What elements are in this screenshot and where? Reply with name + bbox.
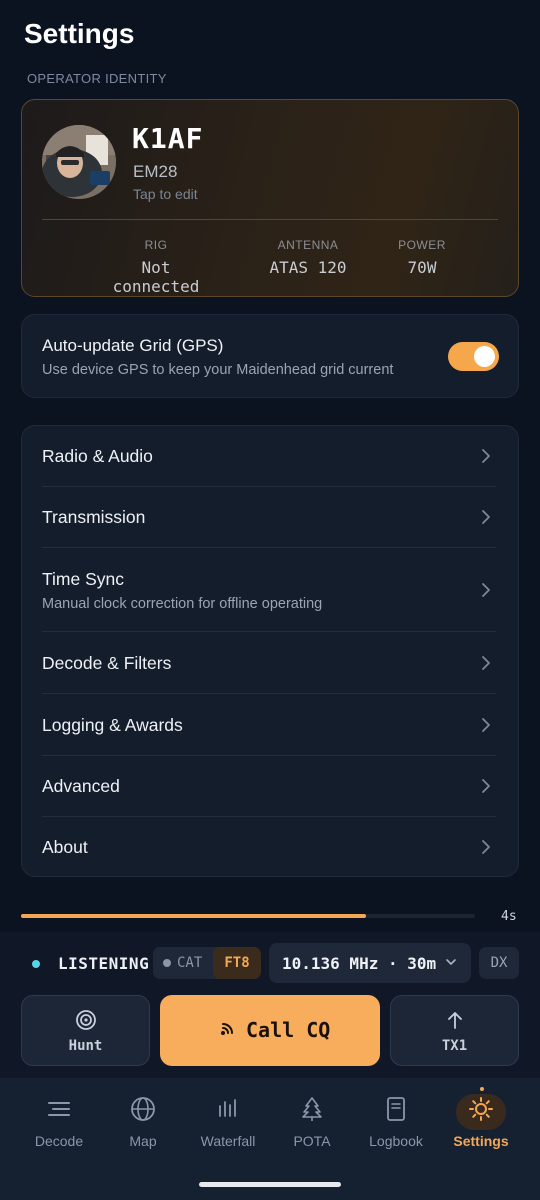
chevron-right-icon bbox=[482, 583, 490, 597]
waterfall-icon bbox=[219, 1099, 236, 1117]
stat-label: POWER bbox=[398, 238, 446, 252]
gps-toggle[interactable] bbox=[448, 342, 499, 371]
status-text: LISTENING bbox=[58, 954, 150, 973]
book-icon bbox=[387, 1097, 405, 1121]
arrow-up-icon bbox=[447, 1012, 462, 1029]
grid-locator: EM28 bbox=[133, 162, 178, 181]
stat-antenna: ANTENNA ATAS 120 bbox=[258, 238, 358, 277]
menu-item-label: About bbox=[42, 837, 88, 857]
broadcast-icon bbox=[221, 1023, 233, 1035]
callsign: K1AF bbox=[132, 122, 204, 155]
cat-label: CAT bbox=[177, 955, 203, 971]
nav-item-map[interactable]: Map bbox=[101, 1096, 185, 1149]
call-cq-button[interactable]: Call CQ bbox=[160, 995, 380, 1066]
cycle-timer: 4s bbox=[501, 909, 517, 924]
frequency-selector[interactable]: 10.136 MHz · 30m bbox=[269, 943, 471, 983]
call-cq-label: Call CQ bbox=[246, 1018, 331, 1042]
operator-identity-card[interactable]: K1AF EM28 Tap to edit RIG Not connected … bbox=[21, 99, 519, 297]
menu-item-label: Radio & Audio bbox=[42, 446, 153, 466]
nav-label: POTA bbox=[293, 1133, 331, 1149]
menu-item-subtitle: Manual clock correction for offline oper… bbox=[42, 596, 323, 612]
globe-icon bbox=[131, 1097, 155, 1121]
nav-label: Map bbox=[129, 1133, 157, 1149]
cycle-progress-fill bbox=[21, 914, 367, 918]
chevron-down-icon bbox=[446, 959, 456, 965]
frequency-value: 10.136 MHz · 30m bbox=[282, 954, 437, 973]
tap-to-edit-hint: Tap to edit bbox=[133, 186, 198, 202]
chevron-right-icon bbox=[482, 449, 490, 463]
stat-label: ANTENNA bbox=[277, 238, 339, 252]
menu-item-about[interactable]: About bbox=[22, 817, 518, 878]
page-title: Settings bbox=[24, 18, 135, 49]
stat-power: POWER 70W bbox=[384, 238, 460, 277]
sun-gear-icon bbox=[469, 1097, 493, 1121]
nav-active-dot bbox=[480, 1087, 484, 1091]
cat-status-dot bbox=[163, 959, 171, 967]
stat-value: 70W bbox=[407, 258, 437, 277]
tree-icon bbox=[302, 1097, 322, 1121]
listening-indicator-dot bbox=[32, 960, 40, 968]
nav-label: Decode bbox=[34, 1133, 84, 1149]
settings-menu: Radio & Audio Transmission Time Sync Man… bbox=[21, 425, 519, 877]
menu-item-label: Transmission bbox=[42, 507, 146, 527]
nav-label: Logbook bbox=[369, 1133, 423, 1149]
nav-item-decode[interactable]: Decode bbox=[17, 1096, 101, 1149]
nav-item-waterfall[interactable]: Waterfall bbox=[186, 1096, 270, 1149]
gps-title: Auto-update Grid (GPS) bbox=[42, 336, 224, 355]
tx1-label: TX1 bbox=[441, 1038, 468, 1054]
nav-item-settings[interactable]: Settings bbox=[439, 1096, 523, 1149]
target-icon bbox=[75, 1010, 96, 1030]
gps-subtitle: Use device GPS to keep your Maidenhead g… bbox=[42, 362, 394, 378]
menu-item-radio-audio[interactable]: Radio & Audio bbox=[22, 426, 518, 487]
chevron-right-icon bbox=[482, 840, 490, 854]
toggle-knob bbox=[474, 346, 495, 367]
chevron-right-icon bbox=[482, 718, 490, 732]
menu-item-transmission[interactable]: Transmission bbox=[22, 487, 518, 548]
stat-value: ATAS 120 bbox=[269, 258, 347, 277]
section-label-operator-identity: OPERATOR IDENTITY bbox=[27, 71, 167, 86]
menu-item-label: Logging & Awards bbox=[42, 715, 183, 735]
menu-item-advanced[interactable]: Advanced bbox=[22, 756, 518, 817]
stat-label: RIG bbox=[144, 238, 168, 252]
menu-item-label: Decode & Filters bbox=[42, 653, 172, 673]
nav-item-pota[interactable]: POTA bbox=[270, 1096, 354, 1149]
menu-item-time-sync[interactable]: Time Sync Manual clock correction for of… bbox=[22, 548, 518, 632]
nav-label: Waterfall bbox=[200, 1133, 256, 1149]
hunt-button[interactable]: Hunt bbox=[21, 995, 150, 1066]
stat-rig: RIG Not connected bbox=[94, 238, 218, 296]
decode-icon bbox=[48, 1102, 70, 1116]
gps-auto-update-row: Auto-update Grid (GPS) Use device GPS to… bbox=[21, 314, 519, 398]
menu-item-logging-awards[interactable]: Logging & Awards bbox=[22, 694, 518, 756]
stat-value: Not connected bbox=[112, 258, 200, 296]
cat-mode-group[interactable]: CAT FT8 bbox=[153, 947, 261, 979]
menu-item-label: Time Sync bbox=[42, 569, 125, 589]
nav-label: Settings bbox=[453, 1133, 509, 1149]
avatar bbox=[42, 125, 116, 199]
card-divider bbox=[42, 219, 498, 220]
nav-item-logbook[interactable]: Logbook bbox=[354, 1096, 438, 1149]
chevron-right-icon bbox=[482, 656, 490, 670]
chevron-right-icon bbox=[482, 779, 490, 793]
dx-button[interactable]: DX bbox=[479, 947, 519, 979]
tx1-button[interactable]: TX1 bbox=[390, 995, 519, 1066]
menu-item-decode-filters[interactable]: Decode & Filters bbox=[22, 632, 518, 694]
hunt-label: Hunt bbox=[68, 1038, 103, 1054]
chevron-right-icon bbox=[482, 510, 490, 524]
cycle-progress-bar bbox=[21, 914, 475, 918]
home-indicator bbox=[199, 1182, 341, 1187]
mode-badge-ft8[interactable]: FT8 bbox=[213, 947, 261, 979]
menu-item-label: Advanced bbox=[42, 776, 120, 796]
